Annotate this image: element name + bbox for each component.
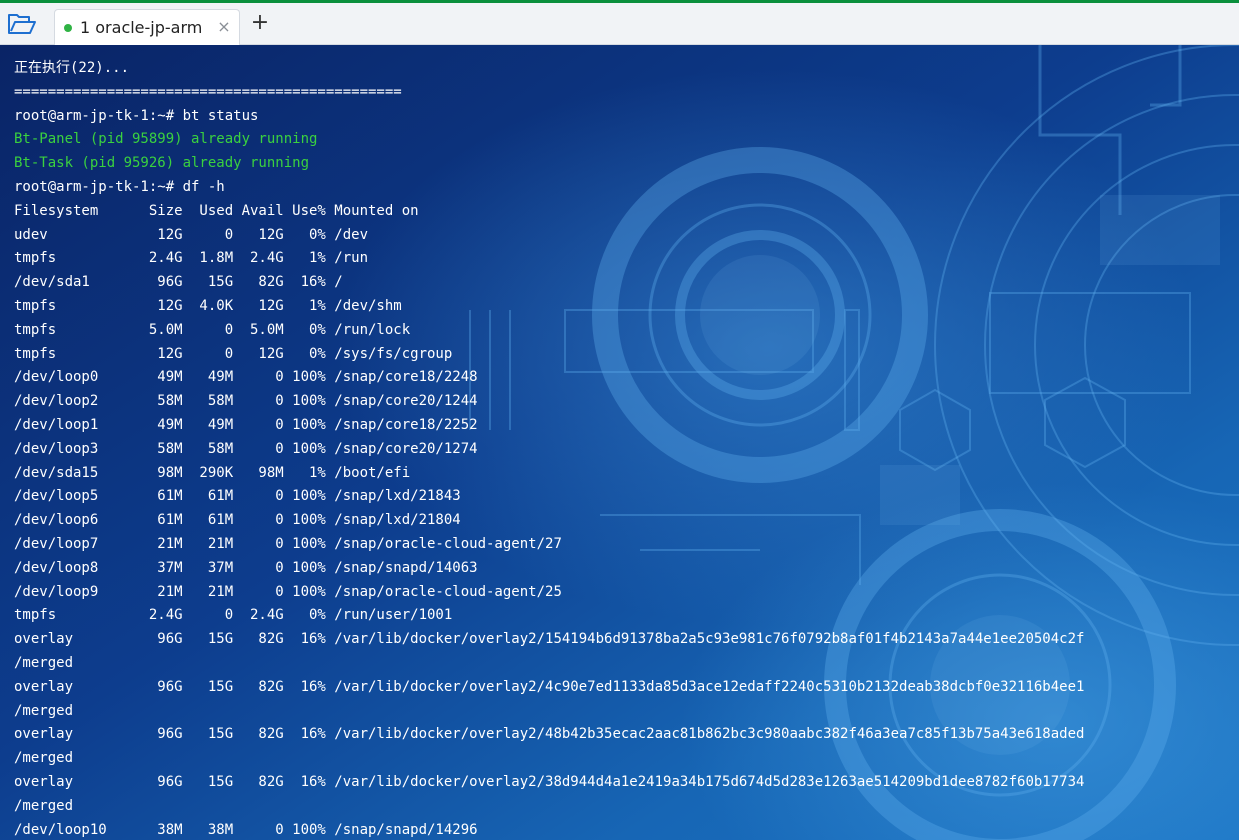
terminal-line: /merged xyxy=(14,654,74,671)
terminal-line: /dev/loop9 21M 21M 0 100% /snap/oracle-c… xyxy=(14,583,562,600)
terminal-line: /dev/loop2 58M 58M 0 100% /snap/core20/1… xyxy=(14,393,478,410)
terminal-line: overlay 96G 15G 82G 16% /var/lib/docker/… xyxy=(14,773,1085,790)
terminal-line: /dev/loop6 61M 61M 0 100% /snap/lxd/2180… xyxy=(14,512,461,529)
terminal-line: 正在执行(22)... xyxy=(14,60,130,76)
terminal-line: /dev/sda15 98M 290K 98M 1% /boot/efi xyxy=(14,464,411,481)
terminal-line: /dev/loop0 49M 49M 0 100% /snap/core18/2… xyxy=(14,369,478,386)
ssh-client-window: 1 oracle-jp-arm × + 正在执行(22)... ========… xyxy=(0,0,1239,840)
terminal-line: /dev/loop8 37M 37M 0 100% /snap/snapd/14… xyxy=(14,559,478,576)
terminal-line: /dev/loop10 38M 38M 0 100% /snap/snapd/1… xyxy=(14,821,478,838)
terminal-line: /dev/loop5 61M 61M 0 100% /snap/lxd/2184… xyxy=(14,488,461,505)
terminal-line: overlay 96G 15G 82G 16% /var/lib/docker/… xyxy=(14,678,1085,695)
session-tab-label: 1 oracle-jp-arm xyxy=(80,18,203,37)
terminal-line: udev 12G 0 12G 0% /dev xyxy=(14,226,369,243)
new-tab-button[interactable]: + xyxy=(248,12,272,36)
terminal-line: /dev/loop7 21M 21M 0 100% /snap/oracle-c… xyxy=(14,535,562,552)
terminal-line: /dev/loop1 49M 49M 0 100% /snap/core18/2… xyxy=(14,416,478,433)
terminal-line: /dev/loop3 58M 58M 0 100% /snap/core20/1… xyxy=(14,440,478,457)
close-tab-button[interactable]: × xyxy=(215,17,233,37)
folder-open-icon xyxy=(8,14,36,34)
terminal-line: tmpfs 12G 4.0K 12G 1% /dev/shm xyxy=(14,297,402,314)
open-folder-button[interactable] xyxy=(6,11,38,37)
terminal-line: tmpfs 5.0M 0 5.0M 0% /run/lock xyxy=(14,321,411,338)
terminal-line: ========================================… xyxy=(14,83,402,100)
terminal-line: Bt-Panel (pid 95899) already running xyxy=(14,131,318,148)
terminal-pane[interactable]: 正在执行(22)... =============================… xyxy=(0,45,1239,840)
terminal-line: /merged xyxy=(14,702,74,719)
terminal-line: overlay 96G 15G 82G 16% /var/lib/docker/… xyxy=(14,726,1085,743)
session-tab[interactable]: 1 oracle-jp-arm × xyxy=(54,9,240,45)
terminal-line: root@arm-jp-tk-1:~# df -h xyxy=(14,178,225,195)
terminal-line: Filesystem Size Used Avail Use% Mounted … xyxy=(14,202,419,219)
connection-status-dot xyxy=(64,24,72,32)
terminal-line: /dev/sda1 96G 15G 82G 16% / xyxy=(14,274,343,291)
terminal-line: overlay 96G 15G 82G 16% /var/lib/docker/… xyxy=(14,631,1085,648)
terminal-line: root@arm-jp-tk-1:~# bt status xyxy=(14,107,259,124)
terminal-line: /merged xyxy=(14,750,74,767)
terminal-output: 正在执行(22)... =============================… xyxy=(14,57,1084,840)
terminal-line: tmpfs 2.4G 1.8M 2.4G 1% /run xyxy=(14,250,369,267)
terminal-line: /merged xyxy=(14,797,74,814)
terminal-line: tmpfs 2.4G 0 2.4G 0% /run/user/1001 xyxy=(14,607,453,624)
tab-bar: 1 oracle-jp-arm × + xyxy=(0,3,1239,45)
terminal-line: Bt-Task (pid 95926) already running xyxy=(14,155,310,172)
terminal-line: tmpfs 12G 0 12G 0% /sys/fs/cgroup xyxy=(14,345,453,362)
